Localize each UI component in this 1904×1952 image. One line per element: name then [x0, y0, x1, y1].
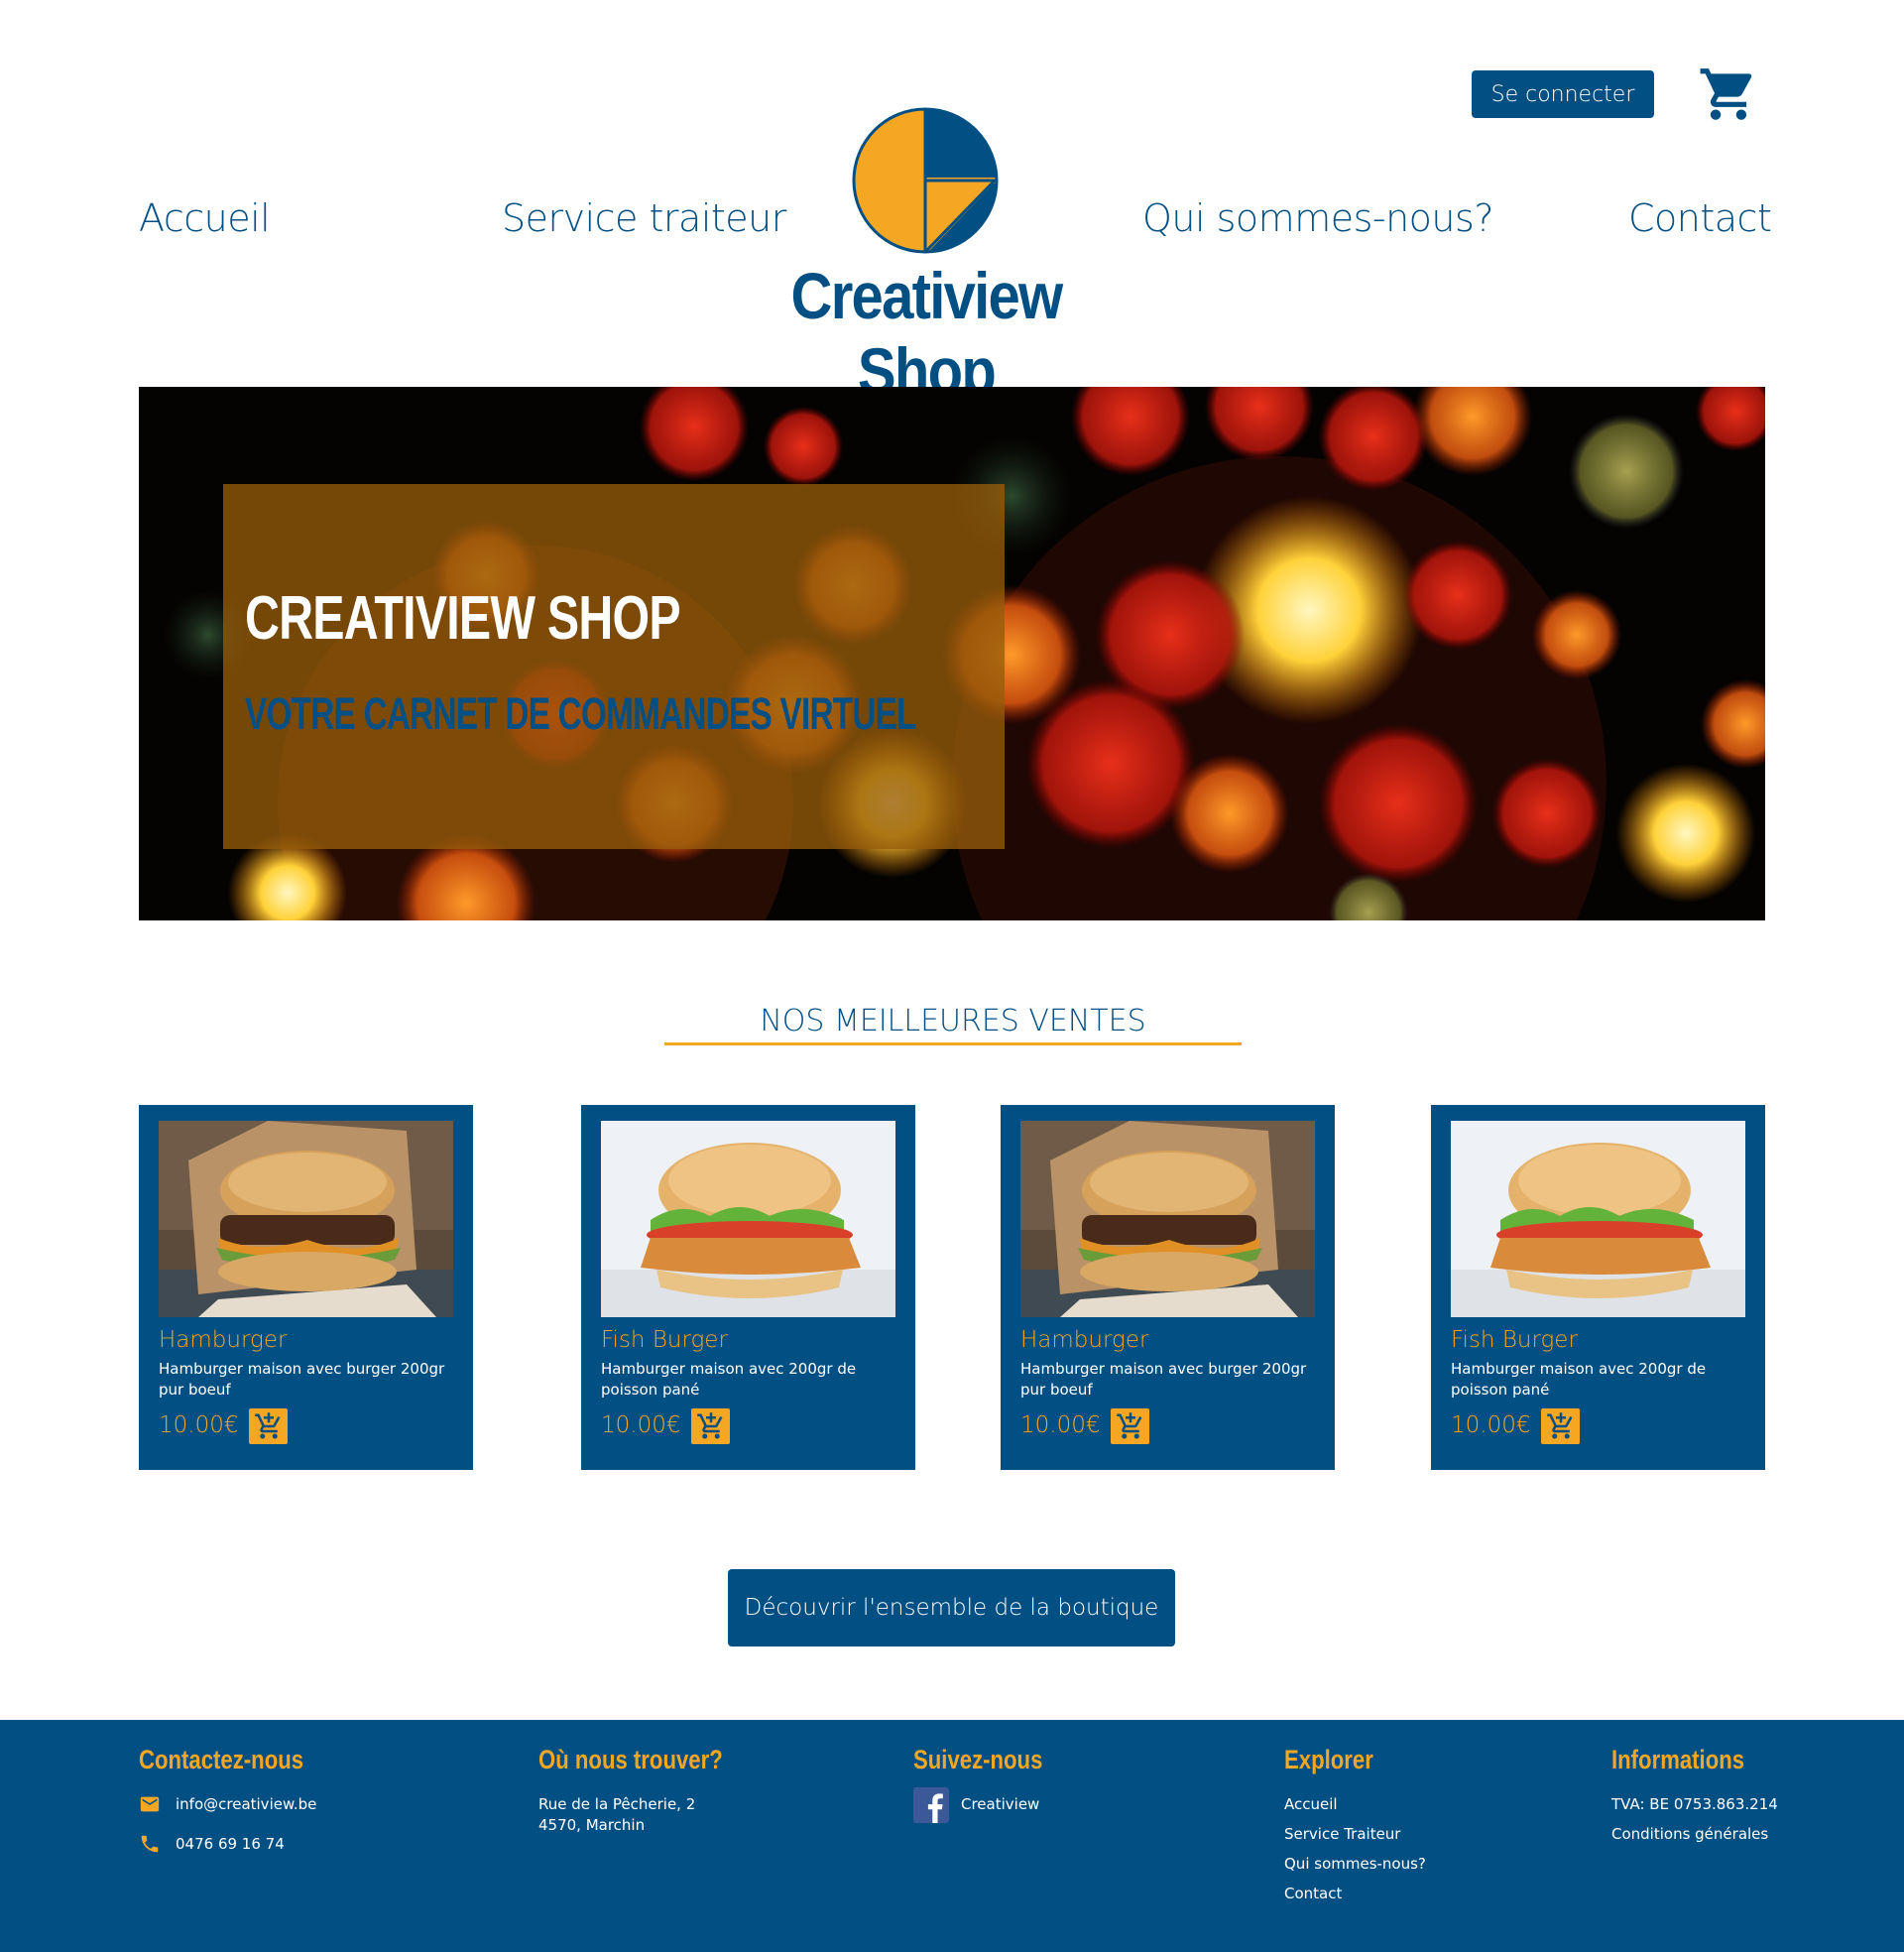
footer-link-catering[interactable]: Service Traiteur: [1284, 1823, 1400, 1845]
product-price: 10.00€: [1020, 1412, 1101, 1438]
footer-address-line1: Rue de la Pêcherie, 2: [538, 1795, 696, 1813]
facebook-icon[interactable]: [913, 1787, 949, 1823]
footer-contact-title: Contactez-nous: [139, 1745, 304, 1774]
section-title: NOS MEILLEURES VENTES: [760, 1004, 1146, 1038]
product-card[interactable]: Hamburger Hamburger maison avec burger 2…: [1001, 1105, 1335, 1470]
footer-phone[interactable]: 0476 69 16 74: [176, 1833, 285, 1855]
product-description: Hamburger maison avec burger 200gr pur b…: [159, 1360, 445, 1399]
hero-title: CREATIVIEW SHOP: [245, 584, 681, 653]
product-description: Hamburger maison avec 200gr de poisson p…: [601, 1360, 857, 1399]
add-to-cart-icon[interactable]: [1111, 1408, 1149, 1444]
login-button[interactable]: Se connecter: [1472, 70, 1654, 118]
nav-home[interactable]: Accueil: [139, 190, 271, 246]
product-card[interactable]: Fish Burger Hamburger maison avec 200gr …: [581, 1105, 915, 1470]
product-name: Fish Burger: [601, 1327, 728, 1353]
fish-burger-image[interactable]: [601, 1121, 895, 1317]
product-description: Hamburger maison avec 200gr de poisson p…: [1451, 1360, 1707, 1399]
add-to-cart-icon[interactable]: [1541, 1408, 1580, 1444]
nav-catering[interactable]: Service traiteur: [502, 190, 786, 246]
footer-vat: TVA: BE 0753.863.214: [1611, 1795, 1778, 1813]
fish-burger-image[interactable]: [1451, 1121, 1745, 1317]
phone-icon: [141, 1835, 159, 1853]
discover-shop-button[interactable]: Découvrir l'ensemble de la boutique: [728, 1569, 1175, 1647]
beef-burger-image[interactable]: [159, 1121, 453, 1317]
footer-email[interactable]: info@creatiview.be: [176, 1793, 316, 1815]
footer-follow-title: Suivez-nous: [913, 1745, 1043, 1774]
product-name: Hamburger: [159, 1327, 288, 1353]
product-description: Hamburger maison avec burger 200gr pur b…: [1020, 1360, 1307, 1399]
add-to-cart-icon[interactable]: [691, 1408, 730, 1444]
beef-burger-image[interactable]: [1020, 1121, 1315, 1317]
product-price: 10.00€: [1451, 1412, 1531, 1438]
footer-link-contact[interactable]: Contact: [1284, 1883, 1342, 1904]
hero-subtitle: VOTRE CARNET DE COMMANDES VIRTUEL: [245, 688, 916, 739]
product-name: Fish Burger: [1451, 1327, 1578, 1353]
section-underline: [664, 1042, 1242, 1045]
product-price: 10.00€: [159, 1412, 239, 1438]
product-name: Hamburger: [1020, 1327, 1149, 1353]
creatiview-logo-icon[interactable]: [851, 106, 1000, 255]
product-card[interactable]: Fish Burger Hamburger maison avec 200gr …: [1431, 1105, 1765, 1470]
nav-contact[interactable]: Contact: [1628, 190, 1772, 246]
footer-location-title: Où nous trouver?: [538, 1745, 723, 1774]
mail-icon: [140, 1796, 160, 1812]
product-card[interactable]: Hamburger Hamburger maison avec burger 2…: [139, 1105, 473, 1470]
nav-about[interactable]: Qui sommes-nous?: [1142, 190, 1493, 246]
footer-explore-title: Explorer: [1284, 1745, 1373, 1774]
footer: Contactez-nous info@creatiview.be 0476 6…: [0, 1720, 1904, 1952]
add-to-cart-icon[interactable]: [249, 1408, 288, 1444]
shopping-cart-icon[interactable]: [1698, 63, 1759, 125]
hero-banner: CREATIVIEW SHOP VOTRE CARNET DE COMMANDE…: [139, 387, 1765, 920]
footer-facebook-link[interactable]: Creatiview: [961, 1793, 1039, 1815]
hero-overlay: CREATIVIEW SHOP VOTRE CARNET DE COMMANDE…: [223, 484, 1005, 849]
footer-terms-link[interactable]: Conditions générales: [1611, 1823, 1768, 1845]
product-price: 10.00€: [601, 1412, 681, 1438]
footer-address-line2: 4570, Marchin: [538, 1816, 646, 1834]
footer-info-title: Informations: [1611, 1745, 1745, 1774]
footer-link-home[interactable]: Accueil: [1284, 1793, 1338, 1815]
footer-link-about[interactable]: Qui sommes-nous?: [1284, 1853, 1426, 1875]
